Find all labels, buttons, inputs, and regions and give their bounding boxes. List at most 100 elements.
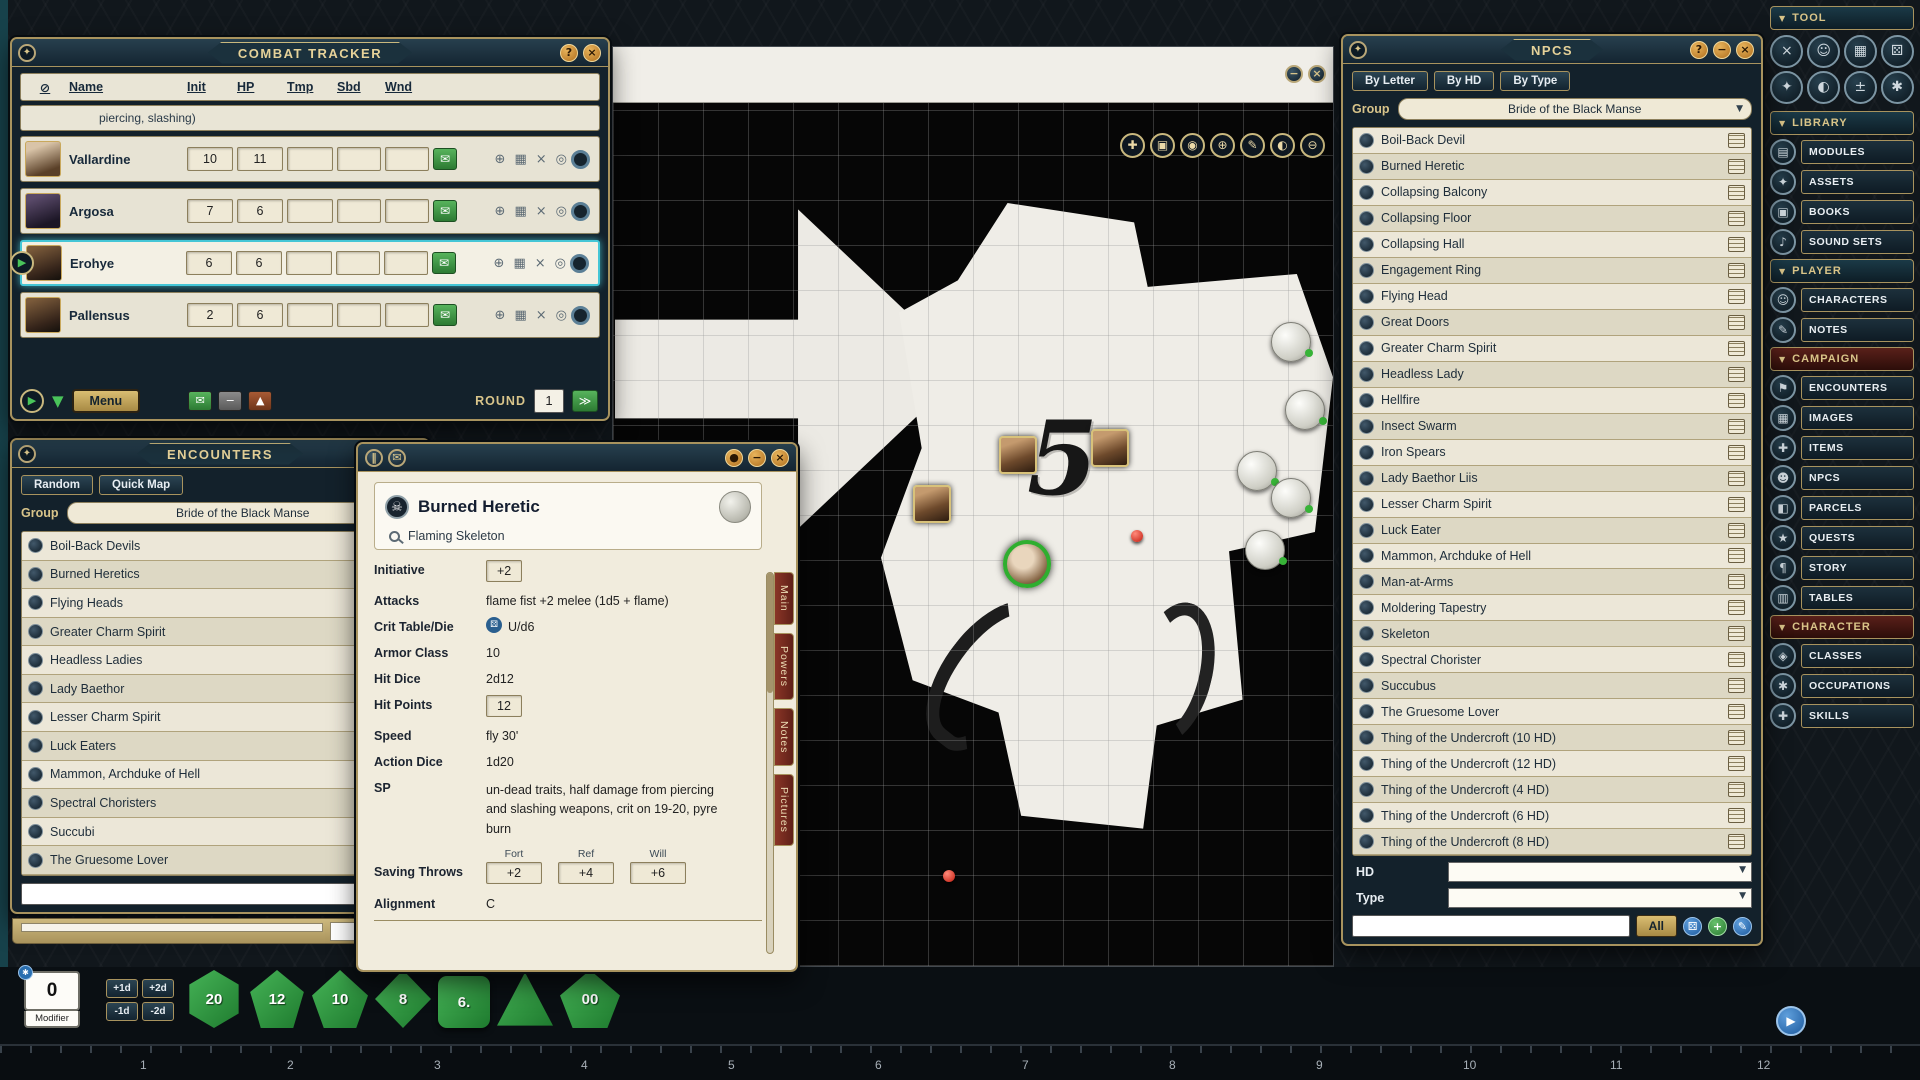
npc-list-item[interactable]: Luck Eater [1353,518,1751,544]
chevron-down-icon[interactable]: ▼ [1736,99,1743,119]
token-portrait[interactable] [25,297,61,333]
targeting-icon[interactable]: ⊕ [495,308,506,323]
record-link-icon[interactable] [1359,263,1374,278]
raise-icon[interactable]: ▲ [248,391,272,411]
share-roll-icon[interactable]: ✉ [188,391,212,411]
sidebar-item[interactable]: ✦ ASSETS [1770,169,1914,195]
sbd-field[interactable] [337,199,381,223]
hit-dice-field[interactable]: 2d12 [486,669,514,686]
map-token-coin[interactable] [1271,478,1311,518]
sidebar-item-label[interactable]: ITEMS [1801,436,1914,460]
npc-list-item[interactable]: The Gruesome Lover [1353,699,1751,725]
record-link-icon[interactable] [1359,678,1374,693]
crit-field[interactable]: U/d6 [508,617,534,634]
init-field[interactable]: 10 [187,147,233,171]
lighting-icon[interactable]: ◐ [1807,71,1840,104]
npc-list-item[interactable]: Thing of the Undercroft (10 HD) [1353,725,1751,751]
modifiers-icon[interactable]: ± [1844,71,1877,104]
sidebar-item-label[interactable]: TABLES [1801,586,1914,610]
record-sheet-button[interactable] [1728,704,1745,719]
record-sheet-button[interactable] [1728,315,1745,330]
record-link-icon[interactable] [1359,600,1374,615]
npcs-titlebar[interactable]: ✦ NPCS ? − × [1343,36,1761,64]
sidebar-item-icon[interactable]: ★ [1770,525,1796,551]
effects-icon[interactable]: ✦ [1770,71,1803,104]
sort-tab[interactable]: By Letter [1352,71,1428,91]
die-icon[interactable]: ⚄ [486,617,502,633]
speed-field[interactable]: fly 30' [486,726,518,743]
record-sheet-button[interactable] [1728,341,1745,356]
sidebar-item-label[interactable]: ENCOUNTERS [1801,376,1914,400]
record-link-icon[interactable] [28,681,43,696]
combat-row[interactable]: Pallensus 2 6 ✉ ⊕ ▦ × ◎ [20,292,600,338]
zoom-out-icon[interactable]: ⊖ [1300,133,1325,158]
sidebar-item-label[interactable]: BOOKS [1801,200,1914,224]
hit-points-field[interactable]: 12 [486,695,522,717]
sbd-field[interactable] [336,251,380,275]
record-link-icon[interactable] [1359,730,1374,745]
sidebar-item-icon[interactable]: ¶ [1770,555,1796,581]
ref-save-field[interactable]: +4 [558,862,614,884]
record-link-icon[interactable] [1359,393,1374,408]
record-link-icon[interactable] [1359,445,1374,460]
sidebar-item[interactable]: ✱ OCCUPATIONS [1770,673,1914,699]
map-token-coin[interactable] [1271,322,1311,362]
record-link-icon[interactable] [1359,289,1374,304]
init-field[interactable]: 2 [187,303,233,327]
group-select[interactable]: Bride of the Black Manse ▼ [1398,98,1753,120]
sidebar-item[interactable]: ▦ IMAGES [1770,405,1914,431]
sidebar-item-label[interactable]: PARCELS [1801,496,1914,520]
close-icon[interactable]: × [583,44,601,62]
token-icon[interactable]: ◉ [1180,133,1205,158]
sheet-tab[interactable]: Pictures [774,774,794,846]
hp-field[interactable]: 11 [237,147,283,171]
sidebar-item-label[interactable]: STORY [1801,556,1914,580]
hd-filter-select[interactable]: ▼ [1448,862,1752,882]
sidebar-item-label[interactable]: CHARACTERS [1801,288,1914,312]
scroll-down-icon[interactable]: ▼ [52,392,64,410]
record-link-icon[interactable] [1359,497,1374,512]
map-titlebar[interactable]: − × [613,47,1333,103]
faction-indicator[interactable] [570,254,589,273]
reach-icon[interactable]: ▦ [514,308,526,323]
record-sheet-button[interactable] [1728,445,1745,460]
record-link-icon[interactable] [1359,185,1374,200]
close-icon[interactable]: × [771,449,789,467]
wnd-field[interactable] [384,251,428,275]
record-sheet-button[interactable] [1728,263,1745,278]
sidebar-item-icon[interactable]: ☻ [1770,465,1796,491]
sidebar-item-label[interactable]: NOTES [1801,318,1914,342]
map-token-coin[interactable] [1245,530,1285,570]
npc-list-item[interactable]: Thing of the Undercroft (12 HD) [1353,751,1751,777]
record-sheet-button[interactable] [1728,523,1745,538]
menu-button[interactable]: Menu [72,389,141,413]
scrollbar[interactable] [766,572,774,954]
roll-modifier-button[interactable]: +2d [142,979,174,998]
record-sheet-button[interactable] [1728,211,1745,226]
pan-icon[interactable]: ✚ [1120,133,1145,158]
share-roll-icon[interactable]: ✉ [432,252,456,274]
record-sheet-button[interactable] [1728,574,1745,589]
combat-tracker-titlebar[interactable]: ✦ COMBAT TRACKER ? × [12,39,608,67]
sidebar-item[interactable]: ▥ TABLES [1770,585,1914,611]
sidebar-item-label[interactable]: SKILLS [1801,704,1914,728]
hp-field[interactable]: 6 [237,199,283,223]
sbd-field[interactable] [337,147,381,171]
npc-list-item[interactable]: Hellfire [1353,388,1751,414]
add-record-icon[interactable]: + [1708,917,1727,936]
record-link-icon[interactable] [28,853,43,868]
npc-sheet-titlebar[interactable]: ‖ ✉ ● − × [358,444,796,472]
chevron-down-icon[interactable]: ▼ [1739,865,1746,875]
record-link-icon[interactable] [28,538,43,553]
record-sheet-button[interactable] [1728,678,1745,693]
reach-icon[interactable]: ▦ [514,204,526,219]
sidebar-item[interactable]: ⚑ ENCOUNTERS [1770,375,1914,401]
chevron-down-icon[interactable]: ▼ [1739,891,1746,901]
random-button[interactable]: Random [21,475,93,495]
record-link-icon[interactable] [28,624,43,639]
npc-list-item[interactable]: Lady Baethor Liis [1353,466,1751,492]
record-sheet-button[interactable] [1728,600,1745,615]
wnd-field[interactable] [385,147,429,171]
record-sheet-button[interactable] [1728,756,1745,771]
record-link-icon[interactable] [1359,419,1374,434]
